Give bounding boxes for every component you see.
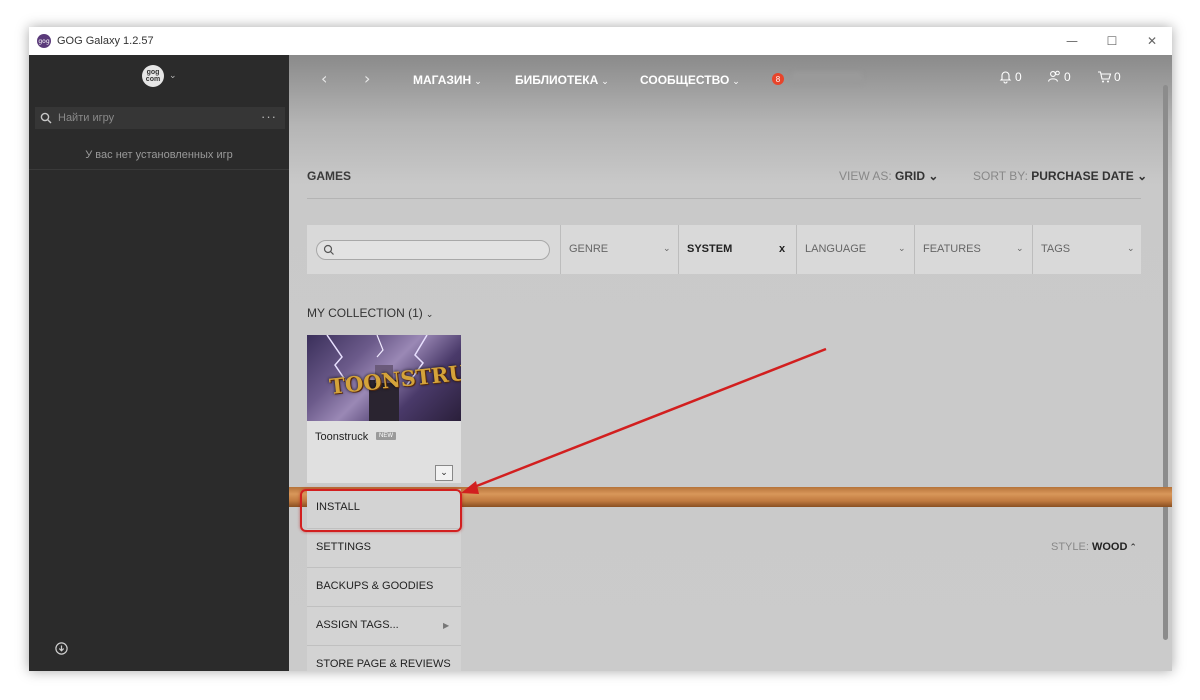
sort-by-selector[interactable]: SORT BY: PURCHASE DATE ⌄ xyxy=(973,169,1147,183)
minimize-button[interactable]: — xyxy=(1052,27,1092,55)
menu-item-store-page-reviews[interactable]: STORE PAGE & REVIEWS xyxy=(307,645,461,671)
nav-community[interactable]: СООБЩЕСТВО ⌄ xyxy=(640,73,740,87)
notifications-count: 0 xyxy=(1015,69,1022,84)
search-icon xyxy=(323,244,334,255)
filter-system[interactable]: SYSTEM xyxy=(687,243,732,255)
game-options-button[interactable]: ⌄ xyxy=(435,465,453,481)
view-as-selector[interactable]: VIEW AS: GRID ⌄ xyxy=(839,169,938,183)
notifications-button[interactable]: 0 xyxy=(998,69,1022,84)
filter-features[interactable]: FEATURES xyxy=(923,243,981,255)
divider xyxy=(796,225,797,274)
divider xyxy=(1032,225,1033,274)
filter-genre[interactable]: GENRE xyxy=(569,243,608,255)
nav-library-label: БИБЛИОТЕКА xyxy=(515,73,599,87)
window-title: GOG Galaxy 1.2.57 xyxy=(57,35,154,47)
maximize-button[interactable]: ☐ xyxy=(1092,27,1132,55)
submenu-arrow-icon: ▶ xyxy=(443,621,450,630)
menu-item-settings[interactable]: SETTINGS xyxy=(307,528,461,566)
search-input[interactable]: Найти игру xyxy=(58,112,114,124)
app-window: gog GOG Galaxy 1.2.57 — ☐ ✕ gog com ⌄ На… xyxy=(29,27,1172,671)
filter-search-input[interactable] xyxy=(316,240,550,260)
sort-by-value: PURCHASE DATE xyxy=(1031,169,1134,183)
cart-icon xyxy=(1098,71,1112,83)
shelf-style-selector[interactable]: STYLE: WOOD ⌃ xyxy=(1051,541,1137,553)
chevron-down-icon[interactable]: ⌄ xyxy=(898,244,906,254)
new-badge: NEW xyxy=(376,432,396,440)
menu-item-label: ASSIGN TAGS... xyxy=(316,619,399,631)
back-arrow-icon[interactable]: ‹ xyxy=(321,69,327,88)
menu-item-assign-tags[interactable]: ASSIGN TAGS... ▶ xyxy=(307,606,461,644)
game-cover-image[interactable]: TOONSTRUCK xyxy=(307,335,461,421)
cart-button[interactable]: 0 xyxy=(1097,69,1121,84)
more-options-button[interactable]: ··· xyxy=(261,109,277,124)
collection-label: MY COLLECTION (1) xyxy=(307,306,423,320)
nav-community-label: СООБЩЕСТВО xyxy=(640,73,730,87)
user-avatar-icon[interactable]: 8 xyxy=(772,73,784,85)
sort-by-label: SORT BY: xyxy=(973,169,1028,183)
friends-count: 0 xyxy=(1064,69,1071,84)
filter-bar: GENRE ⌄ SYSTEM x LANGUAGE ⌄ FEATURES ⌄ T… xyxy=(307,225,1141,274)
install-highlight-box xyxy=(300,489,462,532)
chevron-down-icon: ⌄ xyxy=(474,76,482,86)
nav-store-label: МАГАЗИН xyxy=(413,73,472,87)
gog-logo-icon[interactable]: gog com xyxy=(142,65,164,87)
nav-library[interactable]: БИБЛИОТЕКА ⌄ xyxy=(515,73,609,87)
collection-header[interactable]: MY COLLECTION (1) ⌄ xyxy=(307,306,433,320)
chevron-down-icon[interactable]: ⌄ xyxy=(1127,244,1135,254)
search-icon xyxy=(40,112,52,124)
game-card[interactable]: TOONSTRUCK Toonstruck NEW ⌄ xyxy=(307,335,461,483)
title-bar: gog GOG Galaxy 1.2.57 — ☐ ✕ xyxy=(29,27,1172,55)
filter-language[interactable]: LANGUAGE xyxy=(805,243,866,255)
main-content: ‹ › МАГАЗИН ⌄ БИБЛИОТЕКА ⌄ СООБЩЕСТВО ⌄ 8 0… xyxy=(289,55,1172,671)
game-title[interactable]: Toonstruck xyxy=(315,431,368,443)
filter-tags[interactable]: TAGS xyxy=(1041,243,1070,255)
divider xyxy=(560,225,561,274)
sidebar: gog com ⌄ Найти игру ··· У вас нет устан… xyxy=(29,55,289,671)
friends-button[interactable]: 0 xyxy=(1047,69,1071,84)
friends-icon xyxy=(1047,70,1060,82)
username-blurred[interactable] xyxy=(792,72,862,84)
view-as-label: VIEW AS: xyxy=(839,169,892,183)
chevron-down-icon: ⌄ xyxy=(732,76,740,86)
divider xyxy=(914,225,915,274)
sidebar-search[interactable]: Найти игру ··· xyxy=(35,107,285,129)
chevron-down-icon: ⌄ xyxy=(928,169,939,183)
chevron-down-icon[interactable]: ⌄ xyxy=(169,71,177,81)
chevron-down-icon: ⌄ xyxy=(1137,169,1148,183)
close-button[interactable]: ✕ xyxy=(1132,27,1172,55)
cart-count: 0 xyxy=(1114,69,1121,84)
style-value: WOOD xyxy=(1091,541,1128,553)
menu-item-backups-goodies[interactable]: BACKUPS & GOODIES xyxy=(307,567,461,605)
top-navigation: ‹ › МАГАЗИН ⌄ БИБЛИОТЕКА ⌄ СООБЩЕСТВО ⌄ 8 0… xyxy=(289,55,1172,103)
clear-system-filter-button[interactable]: x xyxy=(779,243,785,255)
menu-item-label: SETTINGS xyxy=(316,541,372,553)
divider xyxy=(307,198,1141,199)
bell-icon xyxy=(999,71,1012,84)
style-label: STYLE: xyxy=(1051,541,1089,553)
window-controls: — ☐ ✕ xyxy=(1052,27,1172,55)
chevron-down-icon: ⌄ xyxy=(601,76,609,86)
empty-games-message: У вас нет установленных игр xyxy=(85,149,233,161)
divider xyxy=(29,169,289,170)
divider xyxy=(678,225,679,274)
scrollbar[interactable] xyxy=(1163,85,1168,640)
view-as-value: GRID xyxy=(895,169,926,183)
forward-arrow-icon[interactable]: › xyxy=(364,69,370,88)
chevron-up-icon: ⌃ xyxy=(1129,543,1137,553)
chevron-down-icon[interactable]: ⌄ xyxy=(1016,244,1024,254)
nav-store[interactable]: МАГАЗИН ⌄ xyxy=(413,73,482,87)
chevron-down-icon[interactable]: ⌄ xyxy=(663,244,671,254)
menu-item-label: BACKUPS & GOODIES xyxy=(316,580,434,592)
page-title: GAMES xyxy=(307,169,352,183)
chevron-down-icon: ⌄ xyxy=(425,310,434,320)
download-icon[interactable] xyxy=(55,642,68,655)
gog-app-icon: gog xyxy=(37,34,51,48)
menu-item-label: STORE PAGE & REVIEWS xyxy=(316,658,451,670)
